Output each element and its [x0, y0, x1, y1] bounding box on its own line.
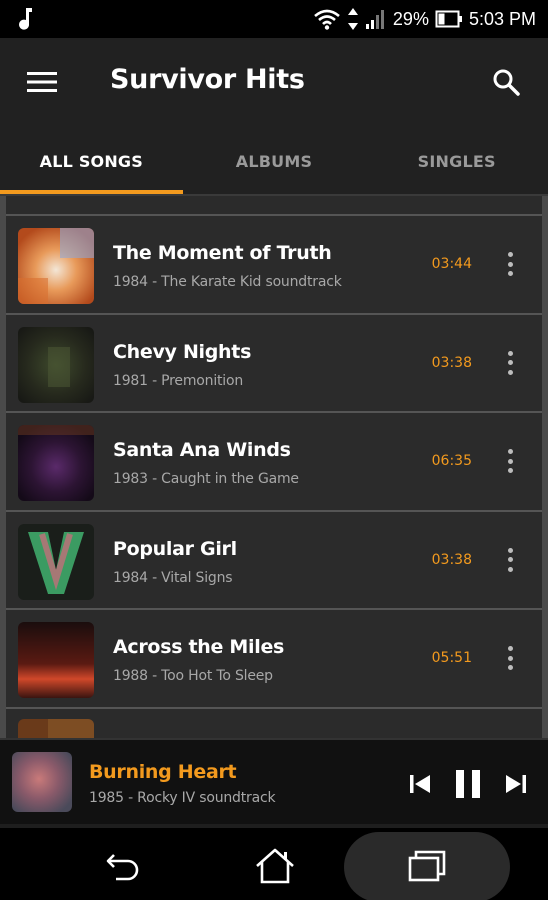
tab-bar: ALL SONGS ALBUMS SINGLES [0, 126, 548, 196]
album-art [18, 425, 94, 501]
now-playing-album-art[interactable] [12, 752, 72, 812]
album-art [18, 228, 94, 304]
song-title: The Moment of Truth [113, 242, 332, 264]
song-subtitle: 1984 - The Karate Kid soundtrack [113, 274, 342, 290]
song-subtitle: 1983 - Caught in the Game [113, 471, 299, 487]
song-row[interactable]: Chevy Nights 1981 - Premonition 03:38 [6, 314, 542, 413]
system-nav-bar [0, 824, 548, 900]
signal-icon [365, 8, 387, 30]
now-playing-title: Burning Heart [89, 761, 237, 783]
song-subtitle: 1988 - Too Hot To Sleep [113, 668, 273, 684]
skip-next-icon[interactable] [500, 768, 532, 800]
now-playing-subtitle: 1985 - Rocky IV soundtrack [89, 790, 276, 806]
more-options-icon[interactable] [502, 447, 518, 475]
song-subtitle: 1981 - Premonition [113, 372, 244, 389]
song-row[interactable]: The Moment of Truth 1984 - The Karate Ki… [6, 216, 542, 315]
page-title: Survivor Hits [110, 64, 305, 95]
battery-percent: 29% [392, 8, 429, 29]
song-duration: 05:51 [431, 650, 472, 666]
song-duration: 06:35 [431, 453, 472, 469]
skip-previous-icon[interactable] [404, 768, 436, 800]
song-list[interactable]: The Moment of Truth 1984 - The Karate Ki… [0, 196, 548, 738]
pause-icon[interactable] [450, 766, 486, 802]
song-title: Chevy Nights [113, 340, 252, 363]
now-playing-bar[interactable]: Burning Heart 1985 - Rocky IV soundtrack [0, 738, 548, 824]
hamburger-menu-icon[interactable] [20, 60, 64, 104]
song-duration: 03:38 [431, 551, 472, 568]
wifi-icon [313, 8, 341, 30]
data-arrows-icon [347, 7, 359, 31]
song-row[interactable]: Santa Ana Winds 1983 - Caught in the Gam… [6, 413, 542, 512]
back-icon[interactable] [94, 838, 154, 894]
song-row[interactable]: Popular Girl 1984 - Vital Signs 03:38 [6, 511, 542, 610]
album-art [18, 622, 94, 698]
song-title: Santa Ana Winds [113, 439, 291, 461]
recents-icon[interactable] [398, 838, 458, 894]
battery-icon [435, 9, 463, 29]
more-options-icon[interactable] [502, 644, 518, 672]
tab-singles[interactable]: SINGLES [365, 126, 548, 196]
album-art [18, 718, 94, 738]
music-note-icon [16, 6, 38, 32]
song-duration: 03:44 [431, 256, 472, 272]
song-subtitle: 1984 - Vital Signs [113, 569, 233, 586]
song-title: Popular Girl [113, 537, 237, 560]
search-icon[interactable] [484, 60, 528, 104]
list-item-partial [6, 196, 542, 216]
album-art [18, 326, 94, 403]
song-row[interactable]: Across the Miles 1988 - Too Hot To Sleep… [6, 610, 542, 709]
clock: 5:03 PM [468, 8, 536, 29]
status-bar: 29% 5:03 PM [0, 0, 548, 38]
home-icon[interactable] [245, 838, 305, 894]
app-bar: Survivor Hits [0, 38, 548, 126]
tab-albums[interactable]: ALBUMS [183, 126, 366, 196]
more-options-icon[interactable] [502, 546, 518, 574]
more-options-icon[interactable] [502, 250, 518, 278]
list-item-partial [6, 708, 542, 738]
song-title: Across the Miles [113, 636, 285, 658]
more-options-icon[interactable] [502, 349, 518, 377]
tab-all-songs[interactable]: ALL SONGS [0, 126, 183, 196]
song-duration: 03:38 [431, 354, 472, 371]
album-art [18, 523, 94, 600]
